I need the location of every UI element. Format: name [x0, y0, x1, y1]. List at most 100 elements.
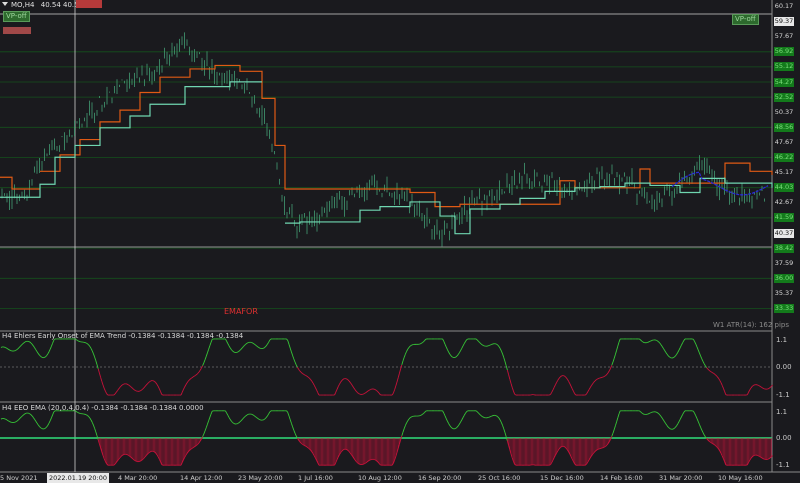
- indicator1-line: [454, 356, 456, 358]
- price-scale-label: 41.59: [774, 213, 794, 223]
- vp-off-left-button[interactable]: VP-off: [3, 11, 30, 22]
- indicator-level-label: -1.1: [776, 461, 790, 469]
- indicator2-line: [672, 428, 675, 430]
- time-axis-label: 16 Sep 20:00: [418, 474, 462, 482]
- price-scale-label: 46.22: [774, 153, 794, 162]
- indicator-level-label: 0.00: [776, 363, 792, 371]
- price-scale-label: 35.37: [774, 288, 794, 297]
- indicator2-line: [6, 419, 9, 422]
- indicator1-line: [650, 340, 652, 342]
- indicator2-line: [139, 460, 142, 462]
- time-axis-label: 10 May 16:00: [718, 474, 763, 482]
- time-axis-label: 14 Feb 16:00: [600, 474, 643, 482]
- vp-off-right-button[interactable]: VP-off: [732, 14, 759, 25]
- indicator1-line: [757, 384, 760, 387]
- indicator2-title: H4 EEO EMA (20,0.4,0.4) -0.1384 -0.1384 …: [2, 404, 204, 412]
- indicator1-line: [451, 356, 454, 358]
- indicator-level-label: 0.00: [776, 434, 792, 442]
- indicator1-line: [648, 340, 651, 343]
- indicator2-line: [5, 418, 8, 421]
- indicator1-line: [233, 351, 236, 353]
- time-axis-label: 25 Oct 16:00: [478, 474, 521, 482]
- indicator1-line: [420, 342, 423, 344]
- emafor-label: EMAFOR: [224, 307, 258, 316]
- indicator1-line: [251, 342, 254, 344]
- indicator2-line: [642, 413, 645, 415]
- indicator2-line: [489, 416, 491, 418]
- sell-badge[interactable]: [76, 0, 102, 8]
- indicator1-line: [342, 378, 345, 380]
- indicator2-line: [251, 413, 254, 416]
- indicator1-line: [711, 371, 713, 374]
- indicator2-line: [549, 464, 551, 466]
- indicator1-line: [85, 342, 88, 345]
- indicator2-line: [9, 421, 11, 423]
- indicator2-line: [24, 412, 27, 415]
- indicator2-line: [15, 420, 17, 423]
- indicator2-line: [246, 413, 249, 416]
- indicator2-line: [237, 422, 239, 425]
- indicator1-line: [363, 393, 365, 395]
- indicator2-line: [192, 446, 195, 449]
- indicator2-line: [0, 418, 3, 420]
- time-axis-label: 5 Nov 2021: [0, 474, 38, 482]
- indicator1-line: [304, 374, 307, 376]
- indicator1-line: [374, 388, 376, 391]
- time-axis-label: 14 Apr 12:00: [180, 474, 223, 482]
- indicator2-line: [342, 448, 345, 451]
- indicator1-line: [549, 393, 551, 396]
- indicator2-line: [258, 418, 261, 421]
- indicator1-line: [369, 389, 371, 391]
- indicator2-line: [452, 427, 454, 430]
- indicator1-line: [489, 344, 491, 346]
- indicator2-line: [603, 446, 605, 448]
- indicator1-line: [563, 375, 566, 377]
- time-axis-label: 2022.01.19 20:00: [47, 473, 110, 483]
- indicator1-line: [258, 347, 261, 349]
- red-label-button[interactable]: [3, 27, 31, 34]
- indicator1-title: H4 Ehlers Early Onset of EMA Trend -0.13…: [2, 332, 244, 340]
- indicator2-line: [655, 411, 658, 414]
- indicator1-line: [135, 390, 137, 392]
- price-scale-label: 44.03: [774, 183, 794, 193]
- indicator1-line: [126, 383, 129, 386]
- indicator2-line: [363, 463, 365, 465]
- indicator1-line: [24, 341, 27, 343]
- price-scale-label: 57.67: [774, 32, 794, 41]
- indicator1-line: [597, 378, 599, 380]
- indicator1-line: [672, 356, 675, 359]
- indicator1-line: [303, 373, 305, 376]
- indicator2-line: [597, 448, 599, 451]
- indicator1-line: [481, 344, 484, 346]
- price-scale-label: 42.67: [774, 198, 794, 207]
- price-scale-label: 59.37: [774, 17, 794, 27]
- indicator2-line: [650, 412, 652, 414]
- triangle-down-icon[interactable]: [2, 2, 8, 6]
- price-scale-label: 40.37: [774, 228, 794, 238]
- price-scale-label: 52.52: [774, 92, 794, 102]
- indicator2-line: [420, 414, 423, 416]
- indicator2-line: [369, 459, 371, 461]
- time-axis-label: 31 Mar 20:00: [659, 474, 703, 482]
- indicator1-line: [411, 344, 413, 346]
- indicator1-line: [7, 348, 10, 351]
- indicator2-line: [7, 420, 10, 422]
- price-scale-label: 54.27: [774, 77, 794, 87]
- indicator2-line: [753, 454, 755, 457]
- indicator1-line: [28, 341, 30, 343]
- indicator1-line: [192, 375, 195, 378]
- indicator1-line: [43, 356, 46, 358]
- indicator1-line: [246, 342, 249, 344]
- indicator1-line: [305, 375, 308, 377]
- price-scale-label: 37.59: [774, 258, 794, 267]
- indicator-level-label: -1.1: [776, 391, 790, 399]
- indicator2-line: [149, 451, 152, 453]
- indicator1-line: [0, 346, 3, 348]
- price-scale-label: 38.42: [774, 243, 794, 253]
- indicator2-line: [85, 414, 88, 416]
- time-axis-label: 23 May 20:00: [238, 474, 283, 482]
- indicator1-line: [237, 351, 239, 353]
- indicator-level-label: 1.1: [776, 408, 788, 416]
- indicator-level-label: 1.1: [776, 336, 788, 344]
- symbol-label: MO,H4: [11, 1, 35, 9]
